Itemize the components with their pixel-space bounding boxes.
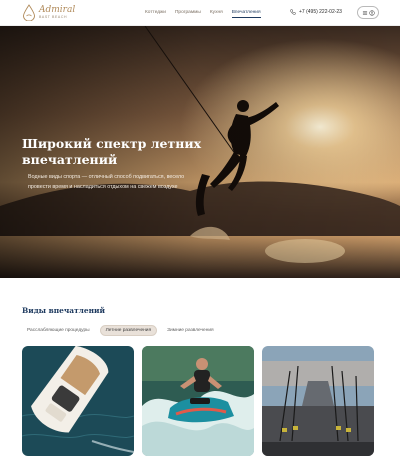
tab-winter-activities[interactable]: Зимние развлечения	[162, 325, 219, 336]
nav-item-kitchen[interactable]: Кухня	[210, 10, 223, 18]
main-nav: Коттеджи Программы Кухня Впечатления	[145, 10, 261, 18]
user-icon[interactable]	[368, 9, 375, 16]
phone-icon	[290, 9, 296, 15]
experience-card-fishing[interactable]	[262, 346, 374, 456]
hamburger-icon[interactable]	[362, 10, 368, 16]
logo-name: Admiral	[39, 4, 76, 15]
nav-item-cottages[interactable]: Коттеджи	[145, 10, 166, 18]
nav-item-experiences[interactable]: Впечатления	[231, 10, 261, 18]
experience-card-jetski[interactable]	[142, 346, 254, 456]
experience-tabs: Расслабляющие процедуры Летние развлечен…	[22, 325, 219, 336]
tab-summer-activities[interactable]: Летние развлечения	[99, 325, 158, 336]
yacht-image	[22, 346, 134, 456]
hero-title: Широкий спектр летних впечатлений	[22, 136, 202, 167]
experience-cards	[22, 346, 374, 456]
section-title: Виды впечатлений	[22, 306, 105, 315]
site-header: Admiral BAST BEACH Коттеджи Программы Ку…	[0, 0, 400, 26]
tab-relaxing-procedures[interactable]: Расслабляющие процедуры	[22, 325, 95, 336]
drop-logo-icon	[23, 4, 35, 21]
nav-item-programs[interactable]: Программы	[175, 10, 201, 18]
logo-tagline: BAST BEACH	[39, 14, 68, 19]
phone-number: +7 (495) 222-02-23	[299, 9, 342, 15]
phone-link[interactable]: +7 (495) 222-02-23	[290, 9, 342, 15]
hero-description: Водные виды спорта — отличный способ под…	[28, 174, 185, 190]
fishing-image	[262, 346, 374, 456]
hero-banner: Широкий спектр летних впечатлений Водные…	[0, 26, 400, 278]
menu-pill[interactable]	[357, 6, 379, 19]
jetski-image	[142, 346, 254, 456]
experience-card-yacht[interactable]	[22, 346, 134, 456]
logo[interactable]: Admiral BAST BEACH	[22, 4, 75, 21]
